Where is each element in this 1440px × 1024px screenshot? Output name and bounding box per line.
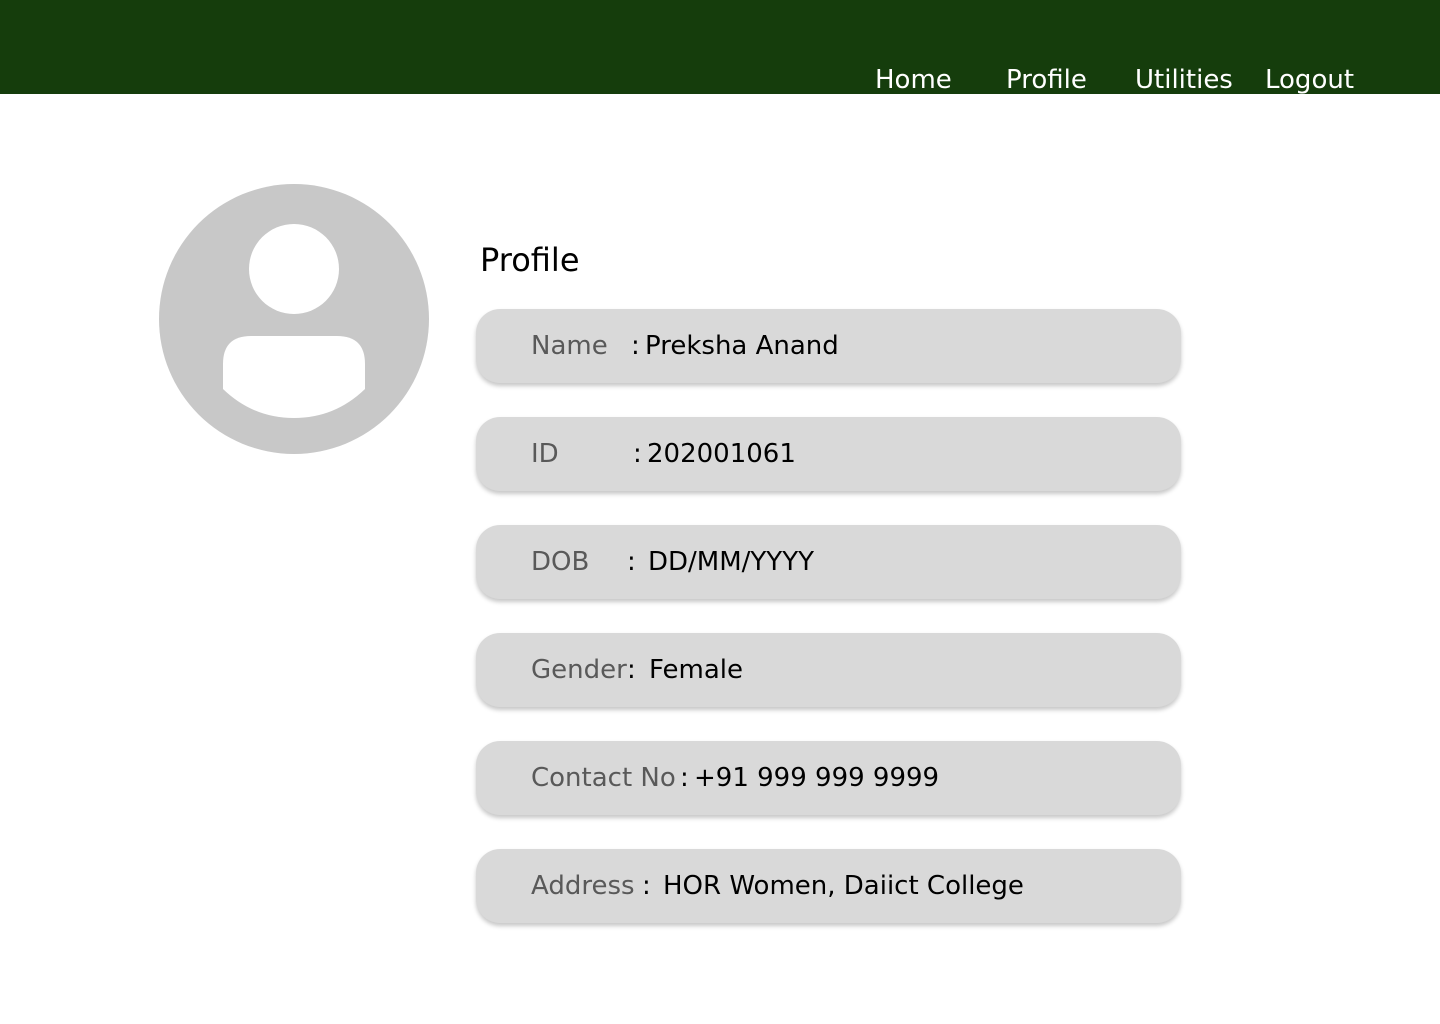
field-separator: : [627,655,636,685]
field-label: Address [531,871,635,901]
nav-utilities-link[interactable]: Utilities [1135,62,1233,98]
user-avatar-icon [159,184,429,454]
field-value: 202001061 [647,439,796,469]
profile-field-dob: DOB : DD/MM/YYYY [476,525,1181,599]
field-label: Gender [531,655,627,685]
field-separator: : [642,871,651,901]
field-separator: : [627,547,636,577]
nav-logout-link[interactable]: Logout [1265,62,1354,98]
field-separator: : [631,331,640,361]
profile-field-gender: Gender : Female [476,633,1181,707]
profile-field-id: ID : 202001061 [476,417,1181,491]
field-label: Name [531,331,608,361]
profile-field-address: Address : HOR Women, Daiict College [476,849,1181,923]
page-title: Profile [480,241,580,279]
field-value: HOR Women, Daiict College [663,871,1024,901]
field-separator: : [680,763,689,793]
field-label: Contact No [531,763,676,793]
profile-field-contact: Contact No : +91 999 999 9999 [476,741,1181,815]
field-label: ID [531,439,559,469]
field-value: Preksha Anand [645,331,839,361]
field-label: DOB [531,547,590,577]
nav-profile-link[interactable]: Profile [1006,62,1087,98]
top-navigation-bar: Home Profile Utilities Logout [0,0,1440,95]
field-value: Female [649,655,744,685]
field-value: DD/MM/YYYY [648,547,814,577]
profile-field-name: Name : Preksha Anand [476,309,1181,383]
nav-home-link[interactable]: Home [875,62,952,98]
field-value: +91 999 999 9999 [694,763,940,793]
field-separator: : [633,439,642,469]
